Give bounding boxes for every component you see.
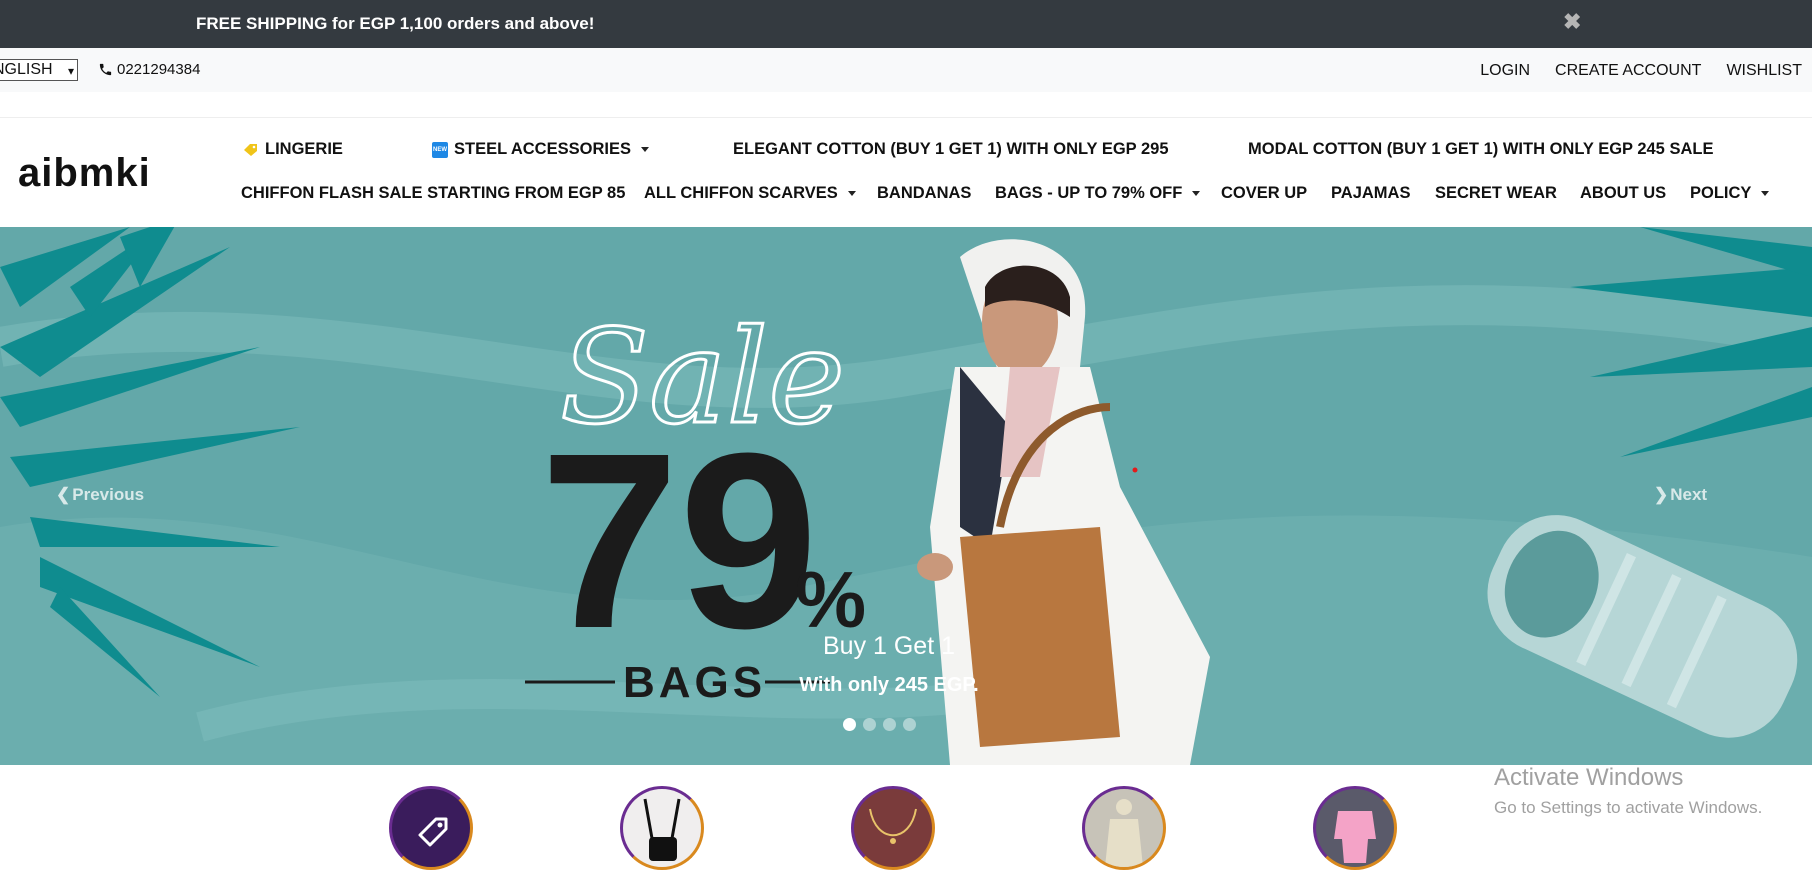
bag-icon (643, 798, 681, 861)
main-navbar: aibmki LINGERIE NEW STEEL ACCESSORIES EL… (0, 117, 1812, 227)
nav-all-chiffon-scarves-label: ALL CHIFFON SCARVES (644, 184, 838, 202)
watermark-title: Activate Windows (1494, 764, 1684, 791)
nav-policy-label: POLICY (1690, 184, 1752, 202)
nav-bags[interactable]: BAGS - UP TO 79% OFF (995, 184, 1201, 203)
nav-modal-cotton[interactable]: MODAL COTTON (BUY 1 GET 1) WITH ONLY EGP… (1248, 140, 1713, 159)
login-link[interactable]: LOGIN (1480, 62, 1530, 80)
nav-cover-up[interactable]: COVER UP (1221, 184, 1307, 203)
nav-all-chiffon-scarves[interactable]: ALL CHIFFON SCARVES (644, 184, 856, 203)
announcement-bar: FREE SHIPPING for EGP 1,100 orders and a… (0, 0, 1812, 48)
nav-chiffon-flash-sale-label: CHIFFON FLASH SALE STARTING FROM EGP 85 (241, 184, 626, 202)
nav-lingerie-label: LINGERIE (265, 140, 343, 158)
chevron-down-icon: ▾ (67, 64, 74, 78)
nav-secret-wear[interactable]: SECRET WEAR (1435, 184, 1557, 203)
carousel-indicator[interactable] (883, 718, 896, 731)
carousel-previous-label: Previous (72, 485, 145, 504)
sale-percent-sign: % (795, 555, 866, 644)
top-utility-bar: NGLISH ▾ 0221294384 LOGIN CREATE ACCOUNT… (0, 48, 1812, 92)
language-select[interactable]: NGLISH ▾ (0, 59, 78, 81)
announcement-text: FREE SHIPPING for EGP 1,100 orders and a… (196, 14, 595, 33)
caret-down-icon (1192, 191, 1201, 196)
caret-down-icon (640, 147, 649, 152)
pajamas-icon (1334, 811, 1376, 863)
nav-steel-accessories-label: STEEL ACCESSORIES (454, 140, 631, 158)
phone-icon (99, 63, 112, 76)
nav-pajamas-label: PAJAMAS (1331, 184, 1411, 202)
create-account-link[interactable]: CREATE ACCOUNT (1555, 62, 1701, 80)
nav-steel-accessories[interactable]: NEW STEEL ACCESSORIES (432, 140, 649, 159)
hero-carousel[interactable]: Sale 79 % BAGS ❮ Previous ❯ Next Buy 1 G… (0, 227, 1812, 765)
new-badge-icon: NEW (432, 141, 448, 158)
category-pajamas[interactable] (1313, 786, 1397, 870)
tag-icon (244, 143, 257, 156)
nav-elegant-cotton-label: ELEGANT COTTON (BUY 1 GET 1) WITH ONLY E… (733, 140, 1169, 158)
close-icon[interactable]: ✖ (1563, 11, 1585, 33)
palm-leaf-right (1570, 227, 1812, 457)
carousel-indicators (843, 718, 916, 731)
red-dot (1132, 467, 1138, 473)
carousel-next-label: Next (1670, 485, 1708, 504)
nav-bandanas-label: BANDANAS (877, 184, 972, 202)
necklace-icon (869, 808, 917, 844)
nav-cover-up-label: COVER UP (1221, 184, 1308, 202)
carousel-caption-title: Buy 1 Get 1 (822, 632, 956, 660)
carousel-previous[interactable]: ❮ Previous (56, 485, 144, 505)
category-cover-up[interactable] (1082, 786, 1166, 870)
nav-elegant-cotton[interactable]: ELEGANT COTTON (BUY 1 GET 1) WITH ONLY E… (733, 140, 1169, 159)
cover-up-icon (1105, 799, 1143, 867)
language-value: NGLISH (0, 61, 53, 78)
caret-down-icon (1761, 191, 1770, 196)
phone-number: 0221294384 (117, 61, 201, 78)
nav-about-us[interactable]: ABOUT US (1580, 184, 1666, 203)
nav-chiffon-flash-sale[interactable]: CHIFFON FLASH SALE STARTING FROM EGP 85 (241, 184, 625, 203)
wishlist-link[interactable]: WISHLIST (1726, 62, 1802, 80)
phone-contact[interactable]: 0221294384 (98, 61, 200, 78)
nav-modal-cotton-label: MODAL COTTON (BUY 1 GET 1) WITH ONLY EGP… (1248, 140, 1714, 158)
nav-secret-wear-label: SECRET WEAR (1435, 184, 1557, 202)
carousel-caption-text: With only 245 EGP. (799, 674, 979, 696)
category-sale[interactable] (389, 786, 473, 870)
carousel-indicator[interactable] (903, 718, 916, 731)
category-accessories[interactable] (851, 786, 935, 870)
price-tag-icon (418, 817, 448, 847)
nav-pajamas[interactable]: PAJAMAS (1331, 184, 1410, 203)
carousel-indicator[interactable] (863, 718, 876, 731)
chevron-left-icon: ❮ (56, 485, 71, 504)
windows-activation-watermark: Activate Windows Go to Settings to activ… (1494, 764, 1762, 818)
chevron-right-icon: ❯ (1654, 485, 1669, 504)
category-bags[interactable] (620, 786, 704, 870)
nav-about-us-label: ABOUT US (1580, 184, 1667, 202)
carousel-indicator[interactable] (843, 718, 856, 731)
nav-bandanas[interactable]: BANDANAS (877, 184, 971, 203)
nav-lingerie[interactable]: LINGERIE (243, 140, 343, 159)
nav-policy[interactable]: POLICY (1690, 184, 1770, 203)
caret-down-icon (847, 191, 856, 196)
nav-bags-label: BAGS - UP TO 79% OFF (995, 184, 1183, 202)
carousel-next[interactable]: ❯ Next (1654, 485, 1707, 505)
watermark-subtitle: Go to Settings to activate Windows. (1494, 798, 1763, 817)
